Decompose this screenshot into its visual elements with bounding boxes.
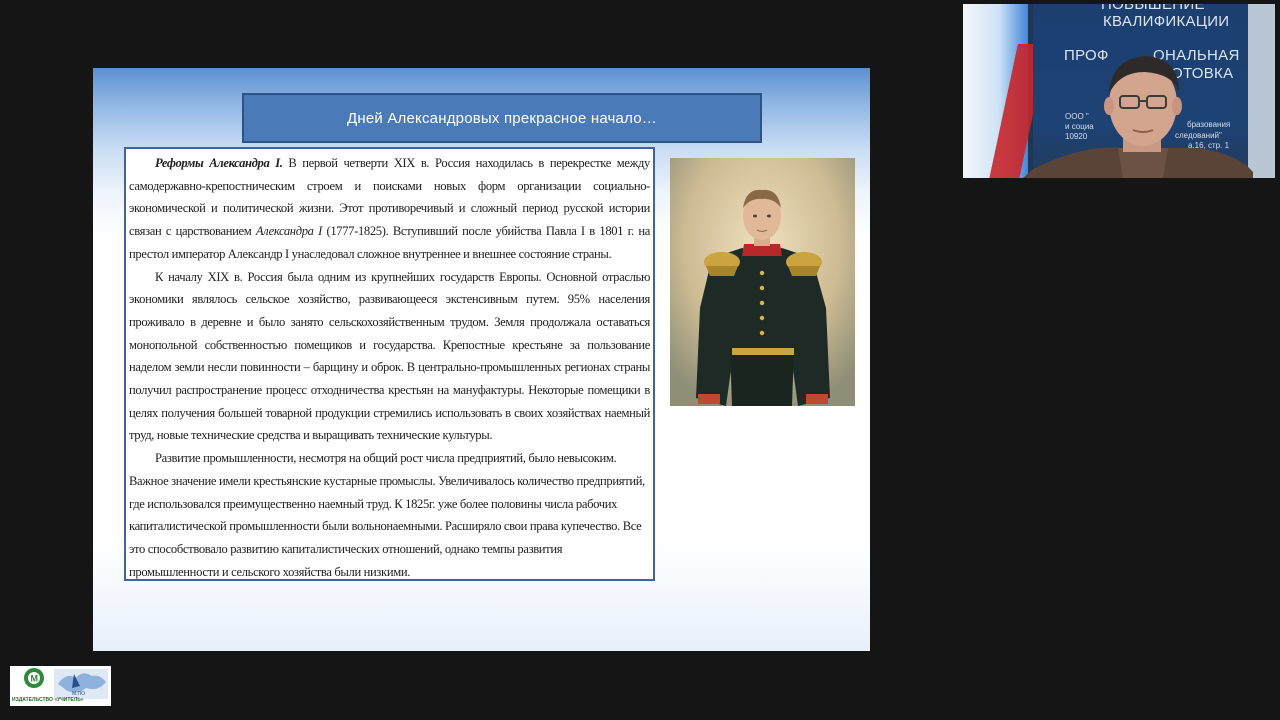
paragraph-1: Реформы Александра I. В первой четверти … <box>129 152 650 266</box>
publisher-logo-caption: ИЗДАТЕЛЬСТВО «УЧИТЕЛЬ» <box>12 697 84 703</box>
partner-logo-caption: М.ПО <box>72 691 86 697</box>
portrait-illustration <box>670 158 855 406</box>
presentation-slide: Дней Александровых прекрасное начало… Ре… <box>93 68 870 651</box>
paragraph-3: Развитие промышленности, несмотря на общ… <box>129 451 645 579</box>
publisher-logo: М ИЗДАТЕЛЬСТВО «УЧИТЕЛЬ» М.ПО <box>10 666 111 706</box>
webcam-video: ПОВЫШЕНИЕ КВАЛИФИКАЦИИ ПРОФ ОНАЛЬНАЯ ОТО… <box>963 4 1275 178</box>
svg-text:М: М <box>31 674 39 684</box>
slide-title-bar: Дней Александровых прекрасное начало… <box>242 93 762 143</box>
banner-text-line-1: ПОВЫШЕНИЕ <box>1101 4 1205 13</box>
paragraph-1-italic: Александра I <box>255 224 322 239</box>
paragraph-1-lead: Реформы Александра I. <box>155 156 283 170</box>
banner-text-line-2: КВАЛИФИКАЦИИ <box>1103 13 1230 30</box>
slide-title: Дней Александровых прекрасное начало… <box>347 109 657 127</box>
portrait-image <box>670 158 855 406</box>
slide-text-box: Реформы Александра I. В первой четверти … <box>124 147 655 581</box>
paragraph-2: К началу XIX в. Россия была одним из кру… <box>129 269 650 443</box>
presenter-avatar <box>1023 56 1253 178</box>
